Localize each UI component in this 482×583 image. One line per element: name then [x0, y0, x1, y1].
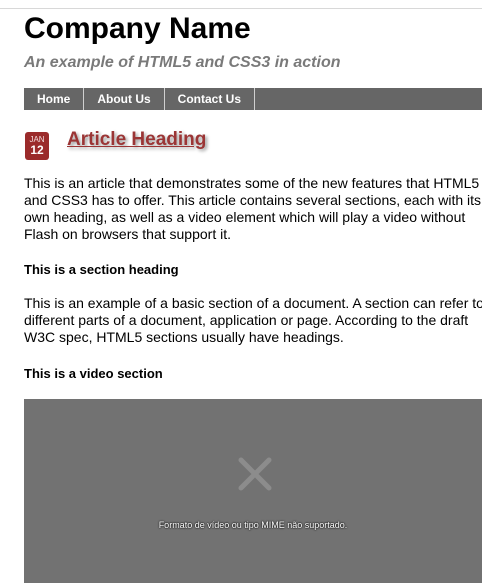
page: Company Name An example of HTML5 and CSS… — [0, 0, 482, 583]
date-badge: JAN 12 — [25, 132, 49, 160]
nav-item-contact-us[interactable]: Contact Us — [165, 88, 256, 110]
company-name: Company Name — [24, 12, 251, 45]
article-intro: This is an article that demonstrates som… — [24, 175, 482, 242]
article-heading-link[interactable]: Article Heading — [67, 128, 206, 152]
video-error-message: Formato de vídeo ou tipo MIME não suport… — [158, 520, 348, 530]
nav-item-home[interactable]: Home — [24, 88, 85, 110]
section-text: This is an example of a basic section of… — [24, 295, 482, 345]
video-player[interactable]: Formato de vídeo ou tipo MIME não suport… — [24, 399, 482, 583]
nav-item-about-us[interactable]: About Us — [84, 88, 165, 110]
section-heading: This is a section heading — [24, 262, 179, 277]
main-nav: Home About Us Contact Us — [24, 88, 482, 110]
date-day: 12 — [30, 143, 44, 157]
close-icon — [238, 457, 272, 491]
video-section-heading: This is a video section — [24, 366, 163, 381]
top-divider — [0, 8, 482, 9]
tagline: An example of HTML5 and CSS3 in action — [24, 54, 341, 71]
